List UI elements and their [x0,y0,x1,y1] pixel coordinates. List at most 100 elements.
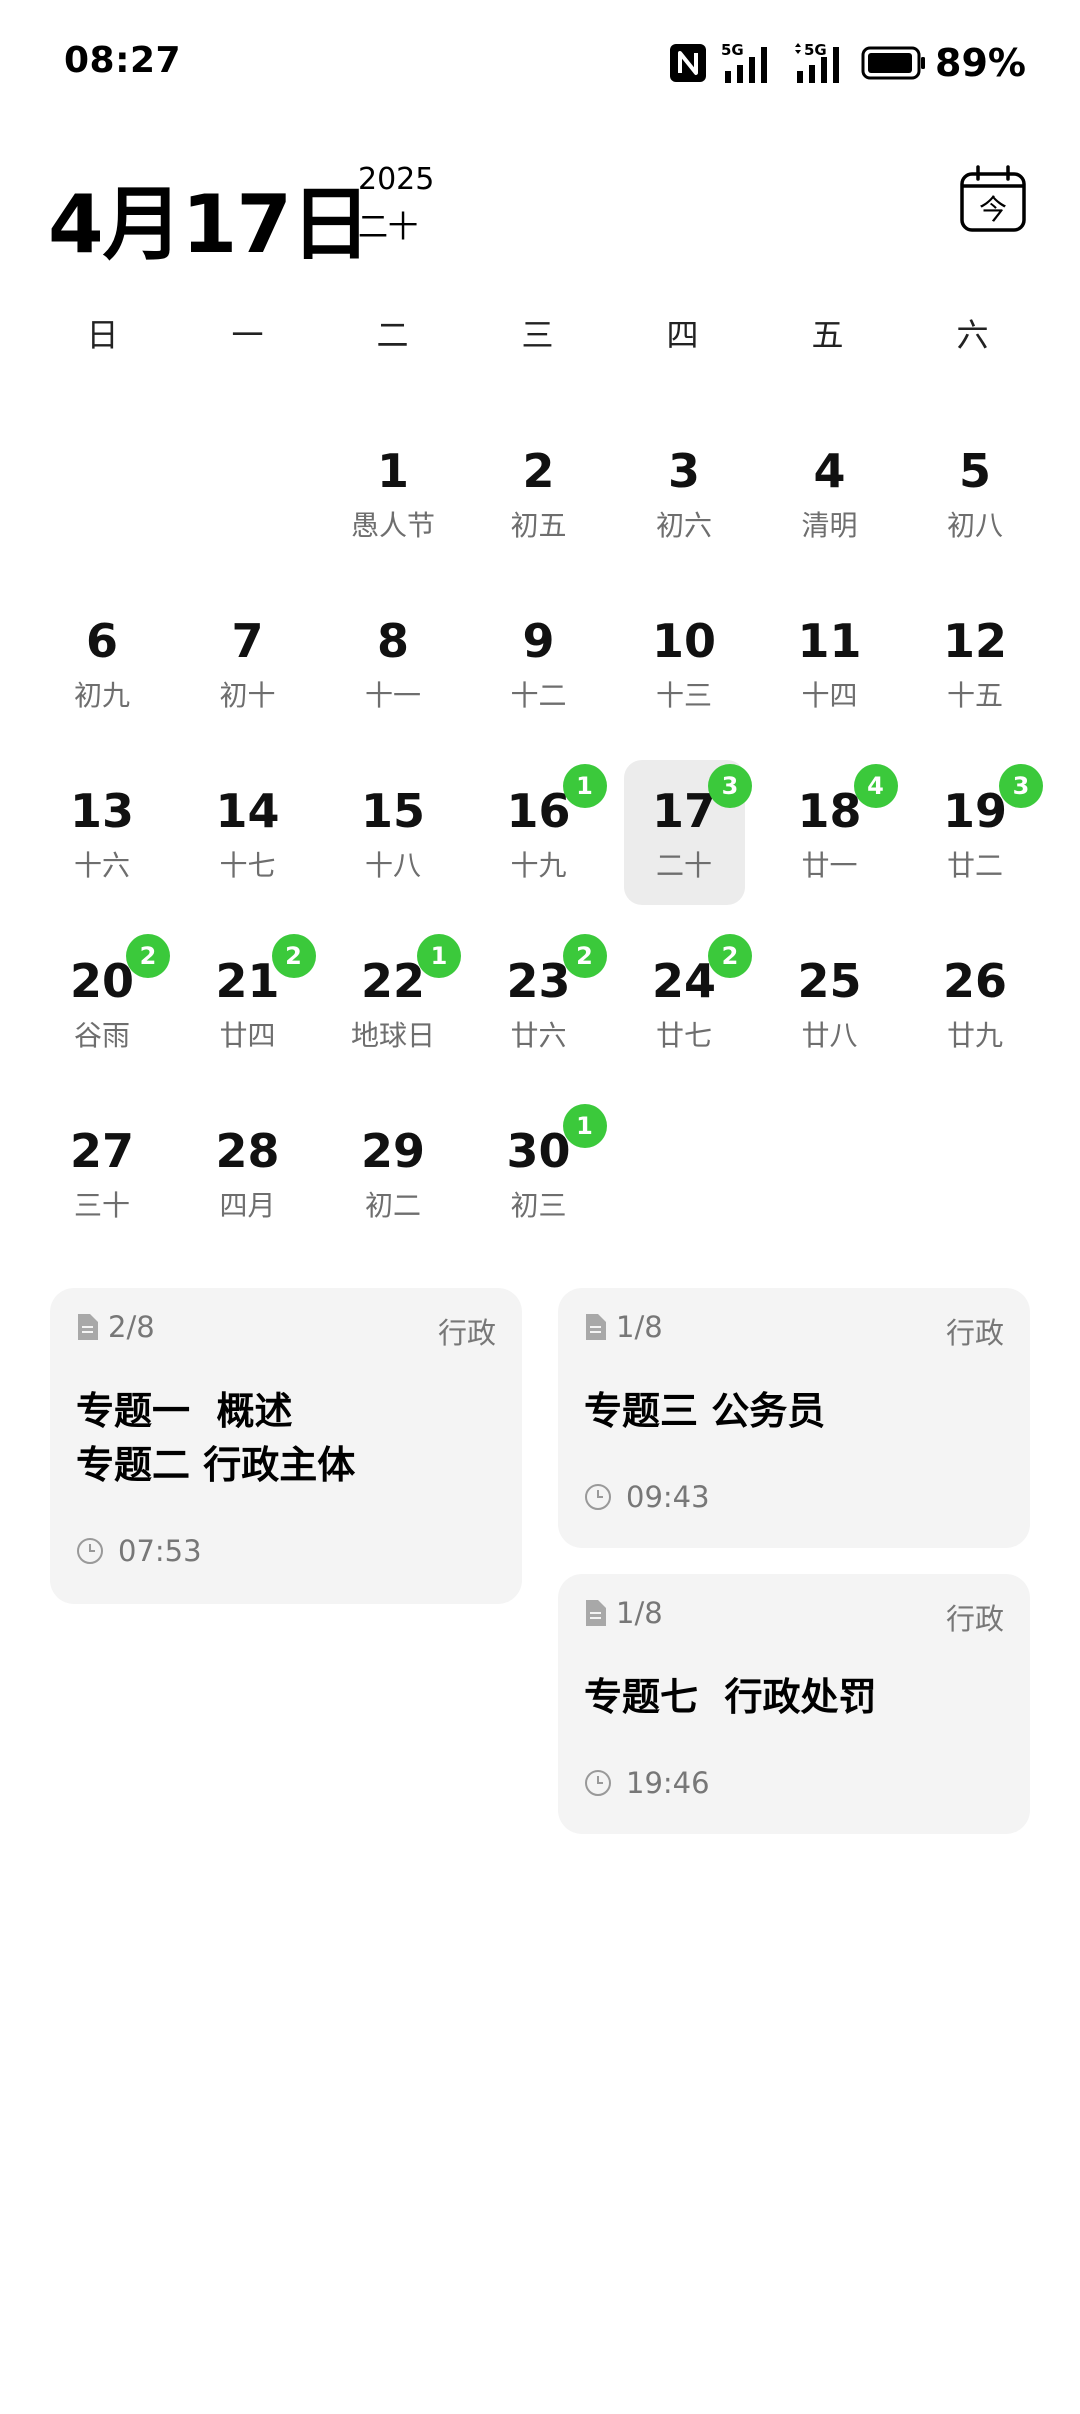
day-number: 15 [360,784,425,838]
lunar-label: 初六 [655,509,712,542]
day-number: 12 [942,614,1007,668]
day-cell-12[interactable]: 12 十五 [915,590,1036,735]
day-number: 13 [69,784,134,838]
event-card[interactable]: 2/8 行政 专题一 概述 专题二 行政主体 07:53 [50,1288,522,1604]
day-number: 25 [797,954,862,1008]
lunar-label: 十九 [510,849,567,882]
day-cell-26[interactable]: 26 廿九 [915,930,1036,1075]
lunar-label: 初二 [364,1189,421,1222]
lunar-label: 三十 [73,1189,130,1222]
lunar-label: 廿九 [946,1019,1003,1052]
event-count-badge: 2 [271,934,316,978]
event-card[interactable]: 1/8 行政 专题七 行政处罚 19:46 [558,1574,1030,1834]
card-tag: 行政 [945,1602,1004,1636]
card-time: 19:46 [584,1766,710,1800]
lunar-label: 初三 [510,1189,567,1222]
lunar-label: 十六 [73,849,130,882]
lunar-label: 初五 [510,509,567,542]
event-count-badge: 2 [708,934,752,978]
day-number: 27 [69,1124,134,1178]
event-card[interactable]: 1/8 行政 专题三 公务员 09:43 [558,1288,1030,1548]
card-count: 1/8 [584,1596,663,1630]
day-cell-2[interactable]: 2 初五 [478,420,599,565]
card-count-text: 2/8 [108,1310,155,1344]
day-number: 10 [651,614,716,668]
event-count-badge: 4 [853,764,898,808]
lunar-label: 十八 [364,849,421,882]
day-number: 26 [942,954,1007,1008]
clock-icon [585,1484,611,1510]
lunar-label: 初十 [219,679,276,712]
day-cell-10[interactable]: 10 十三 [624,590,745,735]
lunar-label: 廿二 [946,849,1003,882]
card-count: 1/8 [584,1310,663,1344]
card-tag: 行政 [437,1316,496,1350]
lunar-label: 十三 [655,679,712,712]
day-number: 6 [85,614,118,668]
lunar-label: 廿六 [510,1019,567,1052]
card-title: 专题七 行政处罚 [584,1675,877,1719]
day-cell-8[interactable]: 8 十一 [333,590,454,735]
day-cell-5[interactable]: 5 初八 [915,420,1036,565]
day-cell-27[interactable]: 27 三十 [42,1100,163,1245]
clock-icon [77,1538,103,1564]
day-cell-11[interactable]: 11 十四 [769,590,890,735]
lunar-label: 愚人节 [350,509,435,542]
day-cell-15[interactable]: 15 十八 [333,760,454,905]
lunar-label: 廿七 [655,1019,712,1052]
lunar-label: 四月 [219,1189,276,1222]
card-count: 2/8 [76,1310,155,1344]
day-cell-3[interactable]: 3 初六 [624,420,745,565]
card-time: 09:43 [584,1480,710,1514]
day-cell-9[interactable]: 9 十二 [478,590,599,735]
lunar-label: 十五 [946,679,1003,712]
day-number: 9 [522,614,555,668]
day-cell-14[interactable]: 14 十七 [187,760,308,905]
event-count-badge: 3 [999,764,1043,808]
lunar-label: 十二 [510,679,567,712]
lunar-label: 初八 [946,509,1003,542]
day-cell-1[interactable]: 1 愚人节 [333,420,454,565]
day-cell-7[interactable]: 7 初十 [187,590,308,735]
event-count-badge: 3 [708,764,752,808]
day-cell-13[interactable]: 13 十六 [42,760,163,905]
lunar-label: 十四 [801,679,858,712]
card-title: 专题三 公务员 [584,1389,826,1433]
day-number: 2 [522,444,555,498]
day-number: 8 [376,614,409,668]
card-time-text: 19:46 [626,1766,710,1800]
day-number: 7 [231,614,264,668]
day-number: 4 [813,444,846,498]
calendar-grid: 1 愚人节 2 初五 3 初六 4 清明 5 初八 6 初九 7 初十 8 十一 9 十二 10 十三 11 十四 12 十五… [0,0,1080,1240]
event-count-badge: 2 [126,934,170,978]
document-icon [586,1600,606,1626]
lunar-label: 十一 [364,679,421,712]
lunar-label: 清明 [801,509,858,542]
day-number: 28 [215,1124,280,1178]
day-number: 3 [667,444,700,498]
document-icon [586,1314,606,1340]
lunar-label: 地球日 [350,1019,435,1052]
day-cell-6[interactable]: 6 初九 [42,590,163,735]
day-number: 1 [376,444,409,498]
card-count-text: 1/8 [616,1310,663,1344]
lunar-label: 二十 [655,849,712,882]
day-number: 11 [797,614,862,668]
card-time-text: 07:53 [118,1534,202,1568]
document-icon [78,1314,98,1340]
day-cell-29[interactable]: 29 初二 [333,1100,454,1245]
day-cell-25[interactable]: 25 廿八 [769,930,890,1075]
card-time-text: 09:43 [626,1480,710,1514]
day-cell-28[interactable]: 28 四月 [187,1100,308,1245]
event-count-badge: 1 [417,934,461,978]
event-count-badge: 1 [562,1104,607,1148]
card-count-text: 1/8 [616,1596,663,1630]
day-number: 29 [360,1124,425,1178]
lunar-label: 十七 [219,849,276,882]
card-tag: 行政 [945,1316,1004,1350]
card-time: 07:53 [76,1534,202,1568]
day-cell-4[interactable]: 4 清明 [769,420,890,565]
lunar-label: 廿八 [801,1019,858,1052]
lunar-label: 谷雨 [73,1019,130,1052]
clock-icon [585,1770,611,1796]
